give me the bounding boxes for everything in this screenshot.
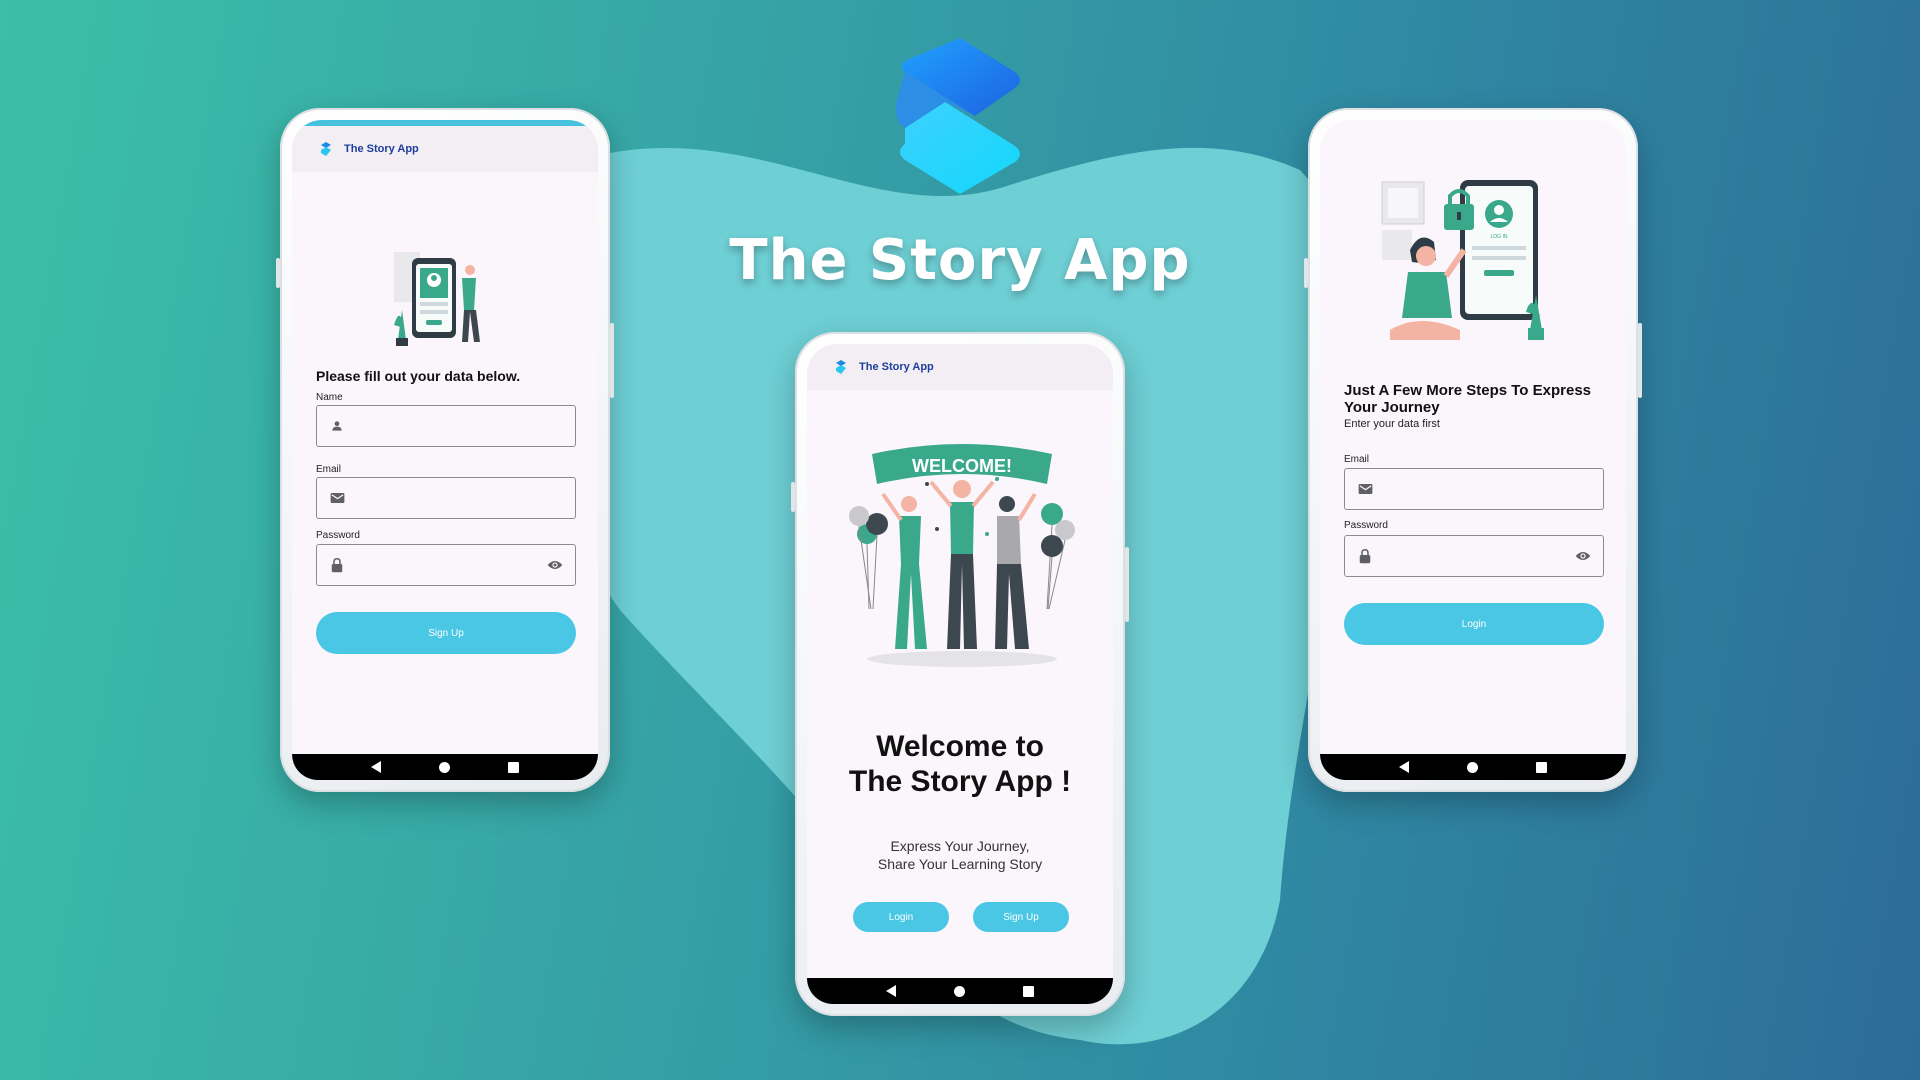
signup-phone: The Story App Please fill out your data … xyxy=(276,108,614,792)
signup-button[interactable]: Sign Up xyxy=(316,612,576,654)
name-input[interactable] xyxy=(355,419,563,433)
signup-heading: Please fill out your data below. xyxy=(316,368,521,384)
password-field[interactable] xyxy=(316,544,576,586)
login-screen: LOG IN Just A Few More Steps To Express … xyxy=(1320,120,1626,780)
eye-icon[interactable] xyxy=(547,557,563,573)
home-icon[interactable] xyxy=(954,985,965,997)
app-bar: The Story App xyxy=(807,344,1113,390)
home-icon[interactable] xyxy=(1467,761,1478,773)
signup-button[interactable]: Sign Up xyxy=(973,902,1069,932)
person-icon xyxy=(329,418,345,434)
eye-icon[interactable] xyxy=(1575,548,1591,564)
email-label: Email xyxy=(1344,454,1370,465)
mail-icon xyxy=(329,490,345,506)
signup-screen: The Story App Please fill out your data … xyxy=(292,120,598,780)
password-label: Password xyxy=(1344,520,1388,531)
back-icon[interactable] xyxy=(371,761,381,773)
back-icon[interactable] xyxy=(886,985,896,997)
welcome-subtitle-line1: Express Your Journey, xyxy=(890,838,1030,854)
password-label: Password xyxy=(316,530,360,541)
app-title: The Story App xyxy=(344,143,419,155)
welcome-banner-text: WELCOME! xyxy=(912,456,1012,476)
email-field[interactable] xyxy=(1344,468,1604,510)
welcome-subtitle-line2: Share Your Learning Story xyxy=(877,856,1043,872)
welcome-title-line2: The Story App ! xyxy=(848,765,1072,798)
lock-icon xyxy=(329,557,345,573)
recents-icon[interactable] xyxy=(508,761,519,773)
email-label: Email xyxy=(316,464,342,475)
nav-bar xyxy=(807,978,1113,1004)
nav-bar xyxy=(1320,754,1626,780)
welcome-phone: The Story App WELCOME! Welcome to The St… xyxy=(791,332,1129,1016)
login-subheading: Enter your data first xyxy=(1344,418,1440,430)
mail-icon xyxy=(1357,481,1373,497)
name-field[interactable] xyxy=(316,405,576,447)
name-label: Name xyxy=(316,392,343,403)
app-logo-icon xyxy=(321,142,331,156)
welcome-title-line1: Welcome to xyxy=(876,730,1044,763)
home-icon[interactable] xyxy=(439,761,450,773)
people-celebrating-welcome-illustration: WELCOME! xyxy=(849,444,1075,667)
email-field[interactable] xyxy=(316,477,576,519)
nav-bar xyxy=(292,754,598,780)
login-security-illustration: LOG IN xyxy=(1381,180,1544,340)
app-title: The Story App xyxy=(859,361,934,373)
login-button[interactable]: Login xyxy=(1344,603,1604,645)
login-heading: Just A Few More Steps To Express Your Jo… xyxy=(1344,382,1592,416)
email-input[interactable] xyxy=(355,491,563,505)
story-app-logo-icon xyxy=(896,38,1020,194)
password-input[interactable] xyxy=(1383,549,1575,563)
lock-icon xyxy=(1357,548,1373,564)
email-input[interactable] xyxy=(1383,482,1591,496)
password-input[interactable] xyxy=(355,558,547,572)
app-bar: The Story App xyxy=(292,126,598,172)
app-logo-icon xyxy=(836,360,846,374)
welcome-screen: The Story App WELCOME! Welcome to The St… xyxy=(807,344,1113,1004)
back-icon[interactable] xyxy=(1399,761,1409,773)
phone-welcome-illustration xyxy=(394,252,480,346)
login-button[interactable]: Login xyxy=(853,902,949,932)
hero-title: The Story App xyxy=(729,228,1191,293)
recents-icon[interactable] xyxy=(1536,761,1547,773)
password-field[interactable] xyxy=(1344,535,1604,577)
illustration-login-text: LOG IN xyxy=(1491,234,1508,240)
login-phone: LOG IN Just A Few More Steps To Express … xyxy=(1304,108,1642,792)
recents-icon[interactable] xyxy=(1023,985,1034,997)
